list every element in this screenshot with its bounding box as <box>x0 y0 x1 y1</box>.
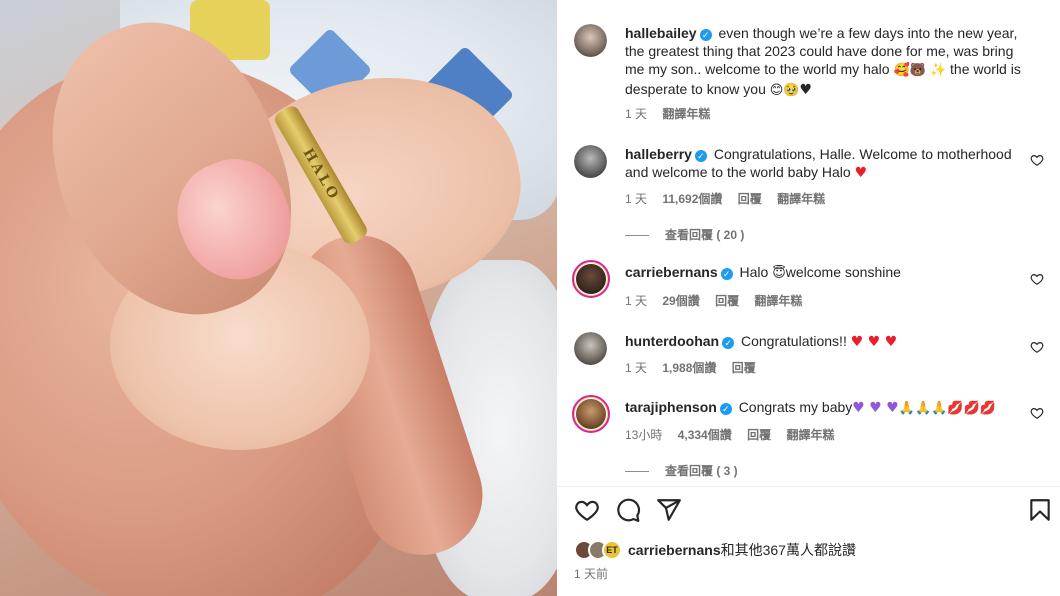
translate-link[interactable]: 翻譯年糕 <box>777 192 825 206</box>
heart-icon[interactable] <box>1030 406 1044 420</box>
emoji-smiles: 😊🥹 <box>769 83 800 98</box>
translate-link[interactable]: 翻譯年糕 <box>662 107 710 121</box>
comment-meta: 1 天 29個讚 回覆 翻譯年糕 <box>625 292 814 309</box>
view-replies-label: 查看回覆 ( 3 ) <box>665 464 738 478</box>
comment-meta: 1 天 11,692個讚 回覆 翻譯年糕 <box>625 190 837 207</box>
view-replies-label: 查看回覆 ( 20 ) <box>665 228 745 242</box>
red-heart-icons: ♥ ♥ ♥ <box>850 334 898 350</box>
avatar[interactable] <box>572 395 610 433</box>
reply-button[interactable]: 回覆 <box>732 361 756 375</box>
post-photo[interactable]: HALO <box>0 0 557 596</box>
emoji-pray-lips: 🙏🙏🙏💋💋💋 <box>898 401 996 416</box>
translate-link[interactable]: 翻譯年糕 <box>754 294 802 308</box>
bookmark-icon[interactable] <box>1027 497 1053 523</box>
share-icon[interactable] <box>656 497 682 523</box>
reply-button[interactable]: 回覆 <box>715 294 739 308</box>
avatar[interactable] <box>574 145 607 178</box>
comment-likes[interactable]: 1,988個讚 <box>662 361 716 375</box>
heart-icon[interactable] <box>1030 272 1044 286</box>
comment-meta: 13小時 4,334個讚 回覆 翻譯年糕 <box>625 426 846 443</box>
verified-badge-icon: ✓ <box>694 150 707 162</box>
verified-badge-icon: ✓ <box>720 268 733 280</box>
comment-icon[interactable] <box>615 497 641 523</box>
avatar[interactable] <box>574 24 607 57</box>
comments-scroll[interactable]: hallebailey ✓ even though we’re a few day… <box>557 0 1060 486</box>
translate-link[interactable]: 翻譯年糕 <box>786 428 834 442</box>
comment-text: Congratulations!! <box>741 333 847 349</box>
avatar[interactable] <box>572 260 610 298</box>
comment-username[interactable]: halleberry <box>625 146 692 162</box>
heart-icon[interactable] <box>1030 153 1044 167</box>
comment-time: 1 天 <box>625 192 648 206</box>
caption-time: 1 天 <box>625 107 648 121</box>
likes-rest: 和其他367萬人都說讚 <box>720 542 856 558</box>
replies-line <box>625 235 649 237</box>
et-avatar: ET <box>602 540 622 560</box>
likes-text: carriebernans和其他367萬人都說讚 <box>628 540 856 560</box>
caption-username[interactable]: hallebailey <box>625 25 697 41</box>
emoji-smiling-hearts: 🥰🐻 ✨ <box>893 63 947 78</box>
verified-badge-icon: ✓ <box>699 29 712 41</box>
purple-heart-icons: ♥ ♥ ♥ <box>852 400 899 416</box>
comment-text: Congrats my baby <box>738 399 853 415</box>
comment-username[interactable]: tarajiphenson <box>625 399 717 415</box>
comment-time: 1 天 <box>625 294 648 308</box>
avatar[interactable] <box>574 332 607 365</box>
emoji-halo: 😇 <box>772 266 786 281</box>
reply-button[interactable]: 回覆 <box>747 428 771 442</box>
heart-icon[interactable] <box>1030 340 1044 354</box>
comment-text: Halo <box>739 264 769 280</box>
comment-likes[interactable]: 11,692個讚 <box>662 192 722 206</box>
comment-meta: 1 天 1,988個讚 回覆 <box>625 359 768 376</box>
comment-text: welcome sonshine <box>785 264 901 280</box>
view-replies-button[interactable]: 查看回覆 ( 3 ) <box>625 462 738 479</box>
caption-meta: 1 天 翻譯年糕 <box>625 105 722 122</box>
heart-icon[interactable] <box>574 497 600 523</box>
replies-line <box>625 471 649 473</box>
verified-badge-icon: ✓ <box>719 403 732 415</box>
verified-badge-icon: ✓ <box>722 337 735 349</box>
likes-summary[interactable]: ET carriebernans和其他367萬人都說讚 <box>574 539 856 561</box>
comment-username[interactable]: carriebernans <box>625 264 718 280</box>
comment-likes[interactable]: 29個讚 <box>662 294 699 308</box>
view-replies-button[interactable]: 查看回覆 ( 20 ) <box>625 226 744 243</box>
reply-button[interactable]: 回覆 <box>738 192 762 206</box>
action-bar: ET carriebernans和其他367萬人都說讚 1 天前 <box>557 486 1060 596</box>
red-heart-icon: ♥ <box>854 165 868 181</box>
comments-panel: hallebailey ✓ even though we’re a few day… <box>557 0 1060 596</box>
comment-time: 13小時 <box>625 428 663 442</box>
comment-likes[interactable]: 4,334個讚 <box>678 428 732 442</box>
comment-username[interactable]: hunterdoohan <box>625 333 719 349</box>
likes-username[interactable]: carriebernans <box>628 542 721 558</box>
comment-time: 1 天 <box>625 361 648 375</box>
post-timestamp: 1 天前 <box>574 567 609 581</box>
black-heart-icon: ♥ <box>799 82 813 98</box>
